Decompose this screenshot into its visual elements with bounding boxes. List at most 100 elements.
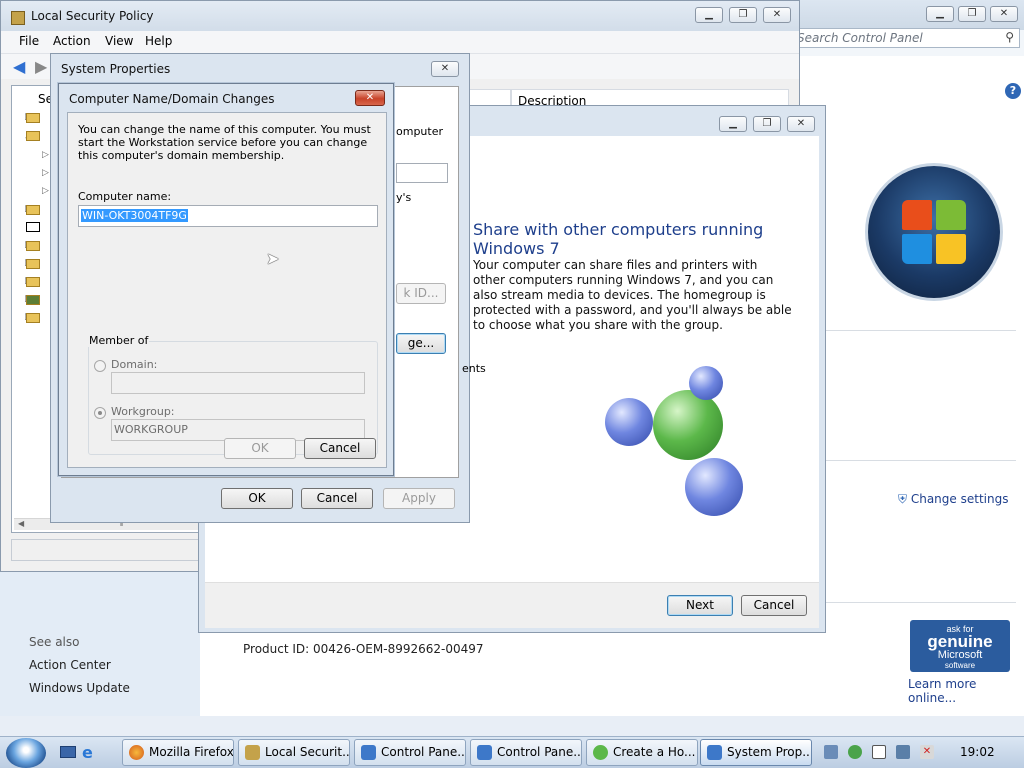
close-icon[interactable]: ✕ (787, 116, 815, 132)
product-id: Product ID: 00426-OEM-8992662-00497 (243, 642, 484, 656)
domain-label: Domain: (111, 358, 158, 371)
network-id-button[interactable]: k ID... (396, 283, 446, 304)
computer-icon (26, 295, 40, 305)
action-center-link[interactable]: Action Center (29, 658, 111, 672)
dialog-body: You can change the name of this computer… (67, 112, 387, 468)
tray-document-icon[interactable] (824, 745, 838, 759)
menu-view[interactable]: View (105, 34, 133, 48)
windows-update-link[interactable]: Windows Update (29, 681, 130, 695)
folder-icon (26, 205, 40, 215)
expand-arrow-icon[interactable]: ▷ (42, 168, 49, 178)
folder-icon (26, 277, 40, 287)
menu-bar: File Action View Help (1, 31, 799, 53)
menu-action[interactable]: Action (53, 34, 91, 48)
help-icon[interactable]: ? (1005, 83, 1021, 99)
tray-volume-muted-icon[interactable]: ✕ (920, 745, 934, 759)
homegroup-graphic-icon (601, 362, 761, 516)
folder-icon (26, 222, 40, 232)
expand-arrow-icon[interactable]: ▷ (42, 150, 49, 160)
minimize-icon[interactable]: ▁ (695, 7, 723, 23)
homegroup-heading: Share with other computers running Windo… (473, 220, 764, 258)
folder-icon (26, 241, 40, 251)
taskbar-item-local-security[interactable]: Local Securit... (238, 739, 350, 766)
change-settings-link[interactable]: ⛨ Change settings (898, 492, 1008, 507)
windows-logo-icon (868, 166, 1000, 298)
dialog-message: You can change the name of this computer… (78, 123, 371, 162)
domain-radio[interactable] (94, 360, 106, 372)
computer-name-input[interactable]: WIN-OKT3004TF9G (78, 205, 378, 227)
close-icon[interactable]: ✕ (990, 6, 1018, 22)
text-fragment: omputer (396, 125, 444, 138)
tray-shield-icon[interactable] (848, 745, 862, 759)
cancel-button[interactable]: Cancel (304, 438, 376, 459)
badge-line: software (944, 661, 976, 670)
computer-name-value: WIN-OKT3004TF9G (81, 209, 188, 222)
minimize-icon[interactable]: ▁ (926, 6, 954, 22)
search-input[interactable]: Search Control Panel ⚲ (790, 28, 1020, 48)
maximize-icon[interactable]: ❐ (958, 6, 986, 22)
domain-input[interactable] (111, 372, 365, 394)
internet-explorer-icon[interactable]: e (82, 743, 93, 762)
maximize-icon[interactable]: ❐ (729, 7, 757, 23)
description-field[interactable] (396, 163, 448, 183)
text-fragment: ents (462, 362, 486, 375)
close-icon[interactable]: ✕ (763, 7, 791, 23)
apply-button[interactable]: Apply (383, 488, 455, 509)
expand-arrow-icon[interactable]: ▷ (42, 186, 49, 196)
control-panel-icon (361, 745, 376, 760)
taskbar-item-label: Create a Ho... (613, 745, 696, 759)
clock[interactable]: 19:02 (960, 745, 995, 759)
cancel-button[interactable]: Cancel (741, 595, 807, 616)
lsp-title: Local Security Policy (31, 9, 154, 23)
genuine-microsoft-badge[interactable]: ask for genuine Microsoft software (910, 620, 1010, 672)
see-also-panel: See also Action Center Windows Update (0, 560, 200, 716)
system-properties-titlebar: System Properties ✕ (51, 54, 469, 84)
cancel-button[interactable]: Cancel (301, 488, 373, 509)
see-also-heading: See also (29, 635, 80, 649)
search-icon[interactable]: ⚲ (1005, 30, 1014, 44)
taskbar-item-system-properties[interactable]: System Prop... (700, 739, 812, 766)
start-button-icon[interactable] (6, 738, 46, 768)
change-button[interactable]: ge... (396, 333, 446, 354)
taskbar-item-label: Local Securit... (265, 745, 350, 759)
menu-file[interactable]: File (19, 34, 39, 48)
taskbar-item-create-homegroup[interactable]: Create a Ho... (586, 739, 698, 766)
folder-icon (26, 113, 40, 123)
taskbar-item-firefox[interactable]: Mozilla Firefox (122, 739, 234, 766)
homegroup-icon (593, 745, 608, 760)
divider (826, 602, 1016, 603)
tray-flag-icon[interactable] (872, 745, 886, 759)
control-panel-icon (477, 745, 492, 760)
firefox-icon (129, 745, 144, 760)
minimize-icon[interactable]: ▁ (719, 116, 747, 132)
divider (826, 330, 1016, 331)
show-desktop-icon[interactable] (60, 746, 76, 758)
ok-button[interactable]: OK (221, 488, 293, 509)
close-icon[interactable]: ✕ (355, 90, 385, 106)
taskbar-item-control-panel-2[interactable]: Control Pane... (470, 739, 582, 766)
dialog-titlebar: Computer Name/Domain Changes ✕ (59, 84, 393, 114)
close-icon[interactable]: ✕ (431, 61, 459, 77)
workgroup-radio[interactable] (94, 407, 106, 419)
wizard-footer: Next Cancel (205, 582, 819, 628)
shield-icon: ⛨ (898, 492, 908, 506)
folder-icon (26, 259, 40, 269)
back-arrow-icon[interactable]: ◀ (13, 57, 25, 76)
system-properties-title: System Properties (61, 62, 171, 76)
tray-network-icon[interactable] (896, 745, 910, 759)
ok-button[interactable]: OK (224, 438, 296, 459)
maximize-icon[interactable]: ❐ (753, 116, 781, 132)
system-properties-icon (707, 745, 722, 760)
workgroup-value: WORKGROUP (114, 423, 188, 436)
forward-arrow-icon[interactable]: ▶ (35, 57, 47, 76)
learn-more-link[interactable]: Learn more online... (908, 677, 1024, 705)
workgroup-label: Workgroup: (111, 405, 175, 418)
folder-icon (26, 313, 40, 323)
taskbar-item-label: System Prop... (727, 745, 812, 759)
mouse-cursor-icon: ➤ (266, 249, 280, 268)
menu-help[interactable]: Help (145, 34, 172, 48)
security-policy-icon (245, 745, 260, 760)
next-button[interactable]: Next (667, 595, 733, 616)
dialog-title: Computer Name/Domain Changes (69, 92, 275, 106)
taskbar-item-control-panel[interactable]: Control Pane... (354, 739, 466, 766)
